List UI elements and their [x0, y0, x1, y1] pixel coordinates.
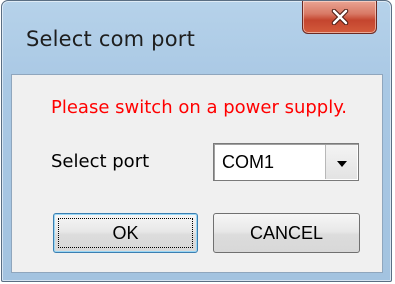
cancel-button[interactable]: CANCEL [213, 213, 360, 253]
dialog-window: Select com port Please switch on a power… [1, 0, 392, 282]
dropdown-arrow-button[interactable] [325, 145, 357, 179]
select-port-label: Select port [51, 151, 150, 172]
com-port-selected-value: COM1 [222, 152, 275, 172]
cancel-button-label: CANCEL [249, 222, 324, 243]
window-title: Select com port [26, 27, 196, 51]
close-button[interactable] [302, 1, 377, 34]
title-bar[interactable]: Select com port [2, 1, 391, 75]
com-port-select[interactable]: COM1 [213, 143, 359, 181]
focus-rectangle [58, 218, 193, 248]
ok-button[interactable]: OK [53, 213, 198, 253]
close-x-icon [330, 9, 350, 25]
power-supply-message: Please switch on a power supply. [51, 97, 348, 118]
dialog-content: Please switch on a power supply. Select … [11, 74, 383, 273]
chevron-down-icon [336, 153, 348, 172]
